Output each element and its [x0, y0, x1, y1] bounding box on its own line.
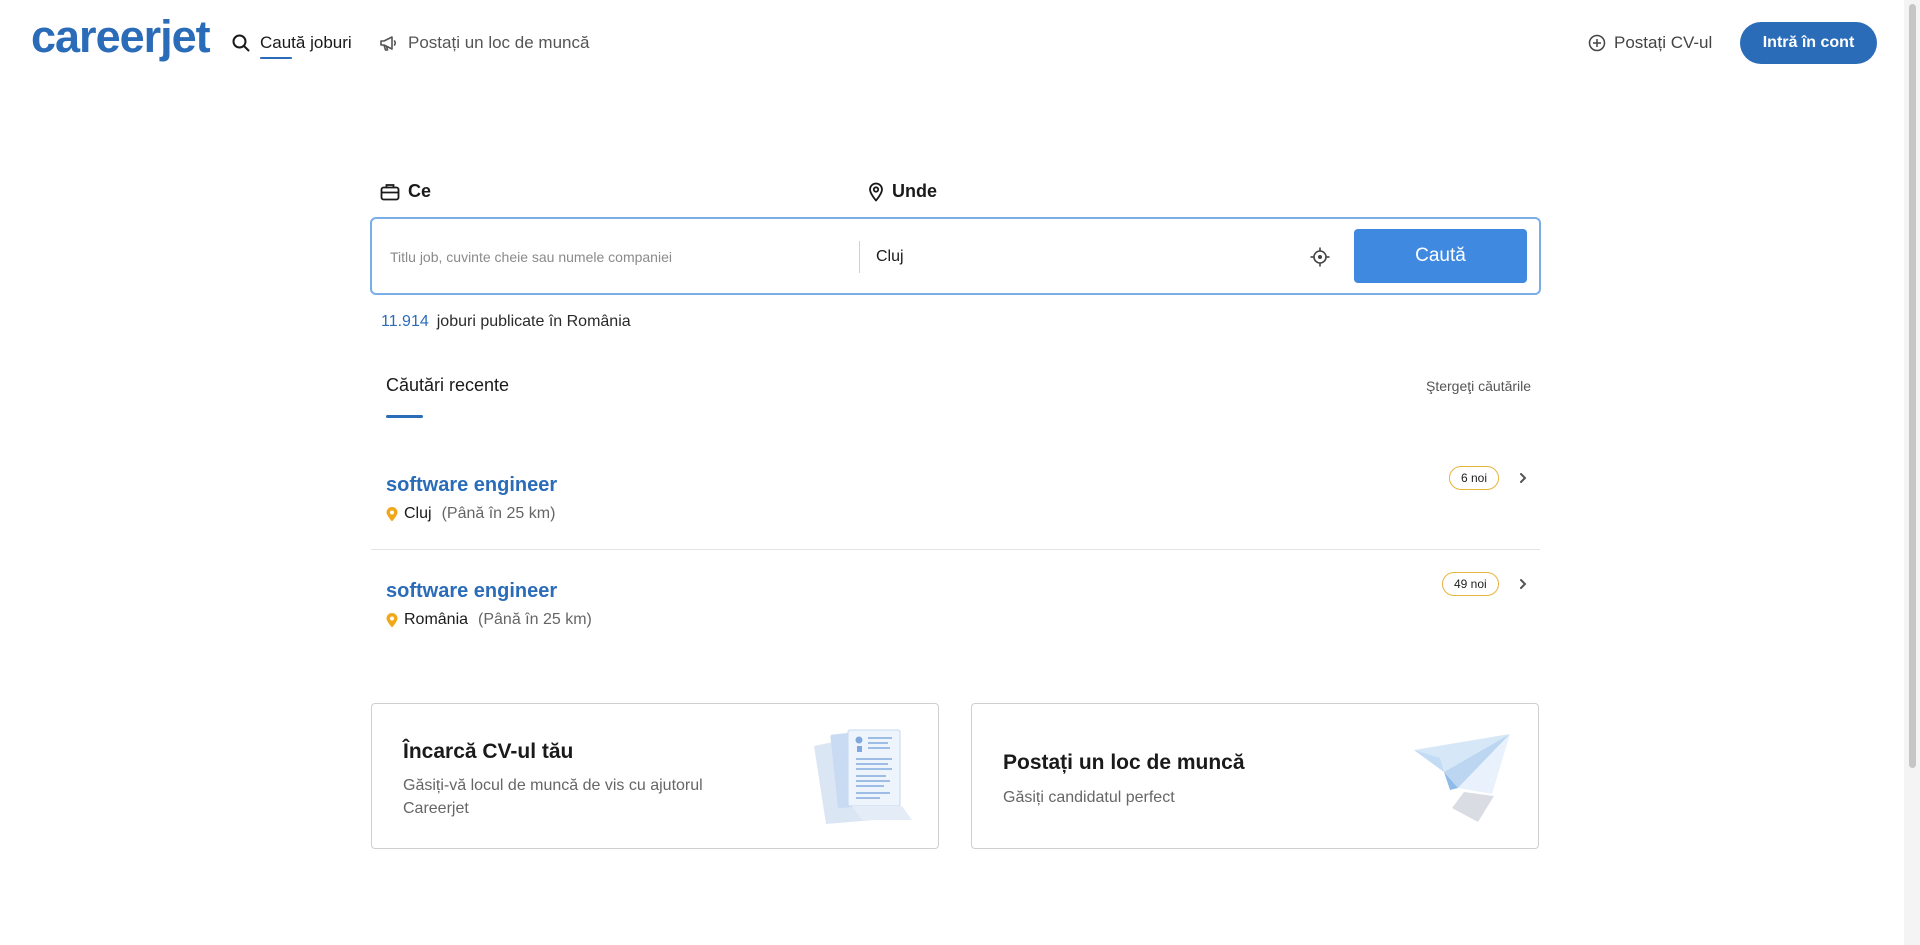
jobs-count-text: joburi publicate în România [436, 313, 631, 330]
where-label-text: Unde [892, 181, 937, 201]
recent-search-query[interactable]: software engineer [386, 580, 557, 603]
upload-cv-card[interactable]: Încarcă CV-ul tău Găsiți-vă locul de mun… [371, 703, 939, 849]
nav-search-jobs-label: Caută joburi [260, 33, 352, 52]
what-input[interactable] [388, 239, 848, 275]
search-form: Caută [370, 217, 1541, 295]
cv-document-illustration [814, 729, 912, 824]
search-icon [232, 34, 250, 52]
plus-circle-icon [1588, 34, 1606, 52]
jobs-count: 11.914 joburi publicate în România [381, 313, 631, 331]
recent-search-location: România (Până în 25 km) [386, 611, 592, 629]
recent-search-location: Cluj (Până în 25 km) [386, 505, 555, 523]
upload-cv-title: Încarcă CV-ul tău [403, 740, 574, 763]
new-jobs-badge: 49 noi [1442, 572, 1499, 596]
recent-search-range: (Până în 25 km) [478, 611, 592, 628]
post-cv-label: Postați CV-ul [1614, 33, 1713, 52]
location-pin-icon [386, 612, 398, 627]
location-pin-icon [386, 506, 398, 521]
post-job-card[interactable]: Postați un loc de muncă Găsiți candidatu… [971, 703, 1539, 849]
clear-searches-link[interactable]: Ştergeţi căutările [1426, 378, 1531, 394]
where-label: Unde [868, 181, 937, 202]
what-label: Ce [380, 181, 431, 202]
login-button[interactable]: Intră în cont [1740, 22, 1877, 64]
recent-search-query[interactable]: software engineer [386, 474, 557, 497]
upload-cv-desc: Găsiți-vă locul de muncă de vis cu ajuto… [403, 777, 703, 817]
nav-search-jobs[interactable]: Caută joburi [232, 33, 352, 59]
new-jobs-badge: 6 noi [1449, 466, 1500, 490]
search-button[interactable]: Caută [1354, 229, 1527, 283]
where-input[interactable] [874, 239, 1294, 275]
location-pin-icon [869, 182, 883, 201]
post-cv-link[interactable]: Postați CV-ul [1588, 33, 1712, 53]
megaphone-icon [380, 36, 397, 51]
post-job-desc: Găsiți candidatul perfect [1003, 789, 1175, 806]
chevron-right-icon [1520, 473, 1526, 483]
nav-post-job[interactable]: Postați un loc de muncă [379, 33, 589, 53]
search-divider [859, 241, 860, 273]
paper-plane-illustration [1414, 734, 1510, 822]
scrollbar-thumb[interactable] [1909, 4, 1916, 768]
careerjet-logo[interactable]: careerjet [31, 14, 211, 59]
post-job-title: Postați un loc de muncă [1003, 751, 1245, 774]
nav-post-job-label: Postați un loc de muncă [408, 33, 590, 52]
page-scrollbar[interactable] [1904, 0, 1920, 945]
jobs-count-number: 11.914 [381, 313, 429, 330]
chevron-right-icon [1520, 579, 1526, 589]
recent-searches-underline [386, 415, 423, 418]
recent-search-item[interactable]: software engineer România (Până în 25 km… [371, 556, 1540, 656]
nav-active-underline [260, 57, 292, 59]
recent-search-place: România [404, 611, 469, 628]
briefcase-icon [380, 183, 400, 200]
recent-search-item[interactable]: software engineer Cluj (Până în 25 km) 6… [371, 450, 1540, 550]
recent-searches-title: Căutări recente [386, 375, 510, 395]
what-label-text: Ce [408, 181, 432, 201]
crosshair-icon[interactable] [1309, 246, 1331, 268]
recent-search-range: (Până în 25 km) [441, 505, 556, 522]
recent-search-place: Cluj [404, 505, 432, 522]
